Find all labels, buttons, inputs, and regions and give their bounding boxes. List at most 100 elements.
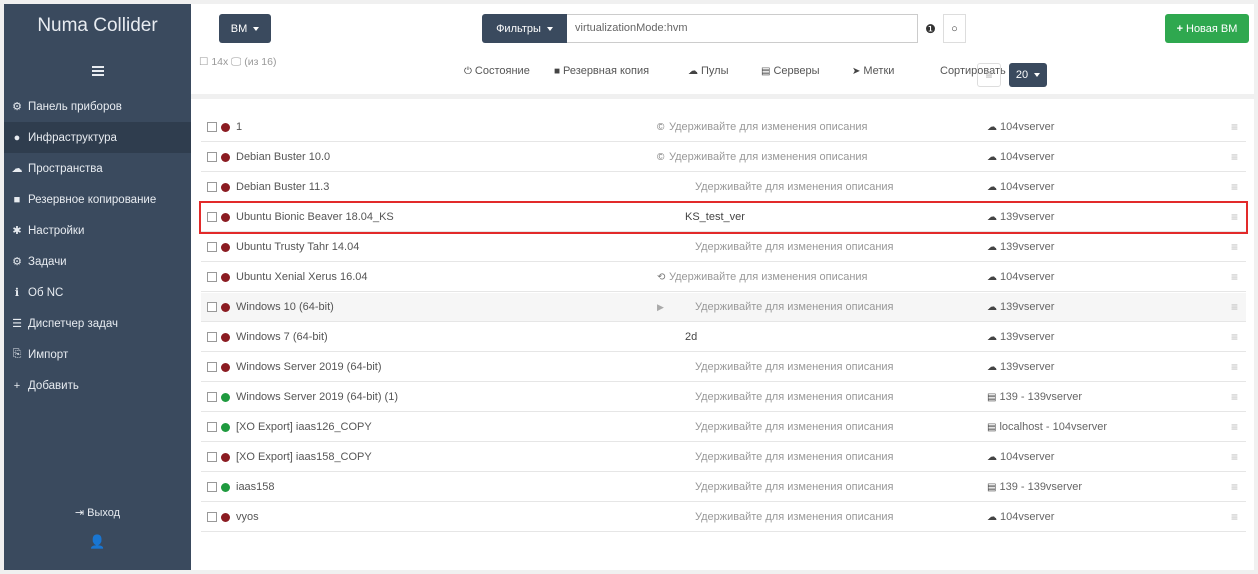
vm-row[interactable]: Windows 10 (64-bit) ▶ Удерживайте для изме… — [201, 293, 1246, 322]
vm-description[interactable]: Удерживайте для изменения описания — [695, 181, 894, 193]
vm-description[interactable]: Удерживайте для изменения описания — [695, 301, 894, 313]
row-menu-icon[interactable]: ≡ — [1231, 120, 1238, 134]
vm-row[interactable]: [XO Export] iaas158_COPY Удерживайте для … — [201, 443, 1246, 472]
sidebar-item-2[interactable]: ☁ Пространства — [4, 153, 191, 184]
vm-description[interactable]: Удерживайте для изменения описания — [695, 481, 894, 493]
row-checkbox[interactable] — [207, 422, 217, 432]
row-menu-icon[interactable]: ≡ — [1231, 270, 1238, 284]
row-menu-icon[interactable]: ≡ — [1231, 240, 1238, 254]
vm-description[interactable]: 2d — [685, 331, 697, 343]
row-menu-icon[interactable]: ≡ — [1231, 330, 1238, 344]
row-checkbox[interactable] — [207, 122, 217, 132]
vm-host[interactable]: ☁ 104vserver — [987, 271, 1054, 283]
vm-name[interactable]: Ubuntu Bionic Beaver 18.04_KS — [236, 211, 696, 223]
vm-description[interactable]: Удерживайте для изменения описания — [695, 361, 894, 373]
vm-row[interactable]: iaas158 Удерживайте для изменения описани… — [201, 473, 1246, 502]
vm-description[interactable]: Удерживайте для изменения описания — [695, 421, 894, 433]
row-menu-icon[interactable]: ≡ — [1231, 450, 1238, 464]
row-checkbox[interactable] — [207, 512, 217, 522]
row-menu-icon[interactable]: ≡ — [1231, 420, 1238, 434]
vm-name[interactable]: 1 — [236, 121, 696, 133]
vm-type-dropdown[interactable]: ВМ — [219, 14, 271, 43]
vm-name[interactable]: Windows Server 2019 (64-bit) — [236, 361, 696, 373]
vm-row[interactable]: Debian Buster 11.3 Удерживайте для измене… — [201, 173, 1246, 202]
row-menu-icon[interactable]: ≡ — [1231, 300, 1238, 314]
vm-name[interactable]: Ubuntu Xenial Xerus 16.04 — [236, 271, 696, 283]
vm-host[interactable]: ☁ 104vserver — [987, 451, 1054, 463]
filter-input[interactable]: virtualizationMode:hvm — [567, 14, 918, 43]
vm-description[interactable]: Удерживайте для изменения описания — [695, 241, 894, 253]
vm-row[interactable]: Windows 7 (64-bit) 2d ☁ 139vserver ≡ — [201, 323, 1246, 352]
row-checkbox[interactable] — [207, 212, 217, 222]
row-menu-icon[interactable]: ≡ — [1231, 180, 1238, 194]
row-menu-icon[interactable]: ≡ — [1231, 150, 1238, 164]
filters-dropdown[interactable]: Фильтры — [482, 14, 567, 43]
vm-description[interactable]: KS_test_ver — [685, 211, 745, 223]
new-vm-button[interactable]: + Новая ВМ — [1165, 14, 1249, 43]
row-checkbox[interactable] — [207, 242, 217, 252]
vm-host[interactable]: ▤ 139 - 139vserver — [987, 391, 1082, 403]
vm-name[interactable]: Windows Server 2019 (64-bit) (1) — [236, 391, 696, 403]
vm-host[interactable]: ☁ 139vserver — [987, 361, 1054, 373]
row-checkbox[interactable] — [207, 482, 217, 492]
tool-tags[interactable]: ➤ Метки — [852, 65, 894, 77]
vm-row[interactable]: 1 © Удерживайте для изменения описания ☁ 104… — [201, 113, 1246, 142]
vm-row[interactable]: Ubuntu Bionic Beaver 18.04_KS KS_test_ver… — [199, 201, 1248, 234]
vm-description[interactable]: Удерживайте для изменения описания — [695, 391, 894, 403]
sidebar-item-4[interactable]: ✱ Настройки — [4, 215, 191, 246]
vm-host[interactable]: ☁ 104vserver — [987, 121, 1054, 133]
user-icon[interactable]: 👤 — [4, 534, 191, 550]
vm-description[interactable]: Удерживайте для изменения описания — [695, 511, 894, 523]
vm-row[interactable]: vyos Удерживайте для изменения описания ☁ 1… — [201, 503, 1246, 532]
sidebar-item-7[interactable]: ☰ Диспетчер задач — [4, 308, 191, 339]
vm-name[interactable]: vyos — [236, 511, 696, 523]
row-checkbox[interactable] — [207, 452, 217, 462]
row-menu-icon[interactable]: ≡ — [1231, 480, 1238, 494]
tool-pools[interactable]: ☁ Пулы — [688, 65, 729, 77]
sidebar-item-6[interactable]: ℹ Об NC — [4, 277, 191, 308]
tool-servers[interactable]: ▤ Серверы — [761, 65, 820, 77]
vm-host[interactable]: ☁ 139vserver — [987, 241, 1054, 253]
row-checkbox[interactable] — [207, 392, 217, 402]
vm-host[interactable]: ☁ 139vserver — [987, 301, 1054, 313]
vm-host[interactable]: ☁ 139vserver — [987, 211, 1054, 223]
app-title[interactable]: Numa Collider — [4, 4, 191, 51]
vm-description[interactable]: Удерживайте для изменения описания — [695, 451, 894, 463]
vm-name[interactable]: iaas158 — [236, 481, 696, 493]
sidebar-item-5[interactable]: ⚙ Задачи — [4, 246, 191, 277]
row-menu-icon[interactable]: ≡ — [1231, 210, 1238, 224]
vm-host[interactable]: ☁ 104vserver — [987, 181, 1054, 193]
tool-backup[interactable]: ■ Резервная копия — [554, 65, 649, 77]
row-checkbox[interactable] — [207, 362, 217, 372]
vm-row[interactable]: Debian Buster 10.0 © Удерживайте для измен… — [201, 143, 1246, 172]
sidebar-item-8[interactable]: ⎘ Импорт — [4, 339, 191, 370]
vm-name[interactable]: [XO Export] iaas158_COPY — [236, 451, 696, 463]
vm-host[interactable]: ☁ 139vserver — [987, 331, 1054, 343]
vm-row[interactable]: Ubuntu Trusty Tahr 14.04 Удерживайте для … — [201, 233, 1246, 262]
sidebar-item-9[interactable]: + Добавить — [4, 370, 191, 401]
sidebar-item-0[interactable]: ⚙ Панель приборов — [4, 91, 191, 122]
vm-host[interactable]: ☁ 104vserver — [987, 151, 1054, 163]
row-checkbox[interactable] — [207, 332, 217, 342]
sidebar-item-3[interactable]: ■ Резервное копирование — [4, 184, 191, 215]
vm-name[interactable]: Ubuntu Trusty Tahr 14.04 — [236, 241, 696, 253]
vm-name[interactable]: Windows 7 (64-bit) — [236, 331, 696, 343]
menu-toggle-icon[interactable] — [4, 51, 191, 91]
vm-description[interactable]: Удерживайте для изменения описания — [669, 151, 868, 163]
page-size-dropdown[interactable]: 20 — [1009, 63, 1047, 87]
vm-description[interactable]: Удерживайте для изменения описания — [669, 271, 868, 283]
row-menu-icon[interactable]: ≡ — [1231, 510, 1238, 524]
vm-host[interactable]: ▤ 139 - 139vserver — [987, 481, 1082, 493]
row-checkbox[interactable] — [207, 272, 217, 282]
row-checkbox[interactable] — [207, 152, 217, 162]
vm-name[interactable]: Debian Buster 11.3 — [236, 181, 696, 193]
vm-name[interactable]: Windows 10 (64-bit) — [236, 301, 696, 313]
vm-name[interactable]: [XO Export] iaas126_COPY — [236, 421, 696, 433]
vm-row[interactable]: Windows Server 2019 (64-bit) Удерживайте … — [201, 353, 1246, 382]
list-view-icon[interactable]: ≡ — [977, 63, 1001, 87]
row-checkbox[interactable] — [207, 182, 217, 192]
tool-state[interactable]: ⏻ Состояние — [464, 65, 530, 77]
vm-host[interactable]: ☁ 104vserver — [987, 511, 1054, 523]
vm-row[interactable]: Ubuntu Xenial Xerus 16.04 ⟲ Удерживайте дл… — [201, 263, 1246, 292]
row-checkbox[interactable] — [207, 302, 217, 312]
